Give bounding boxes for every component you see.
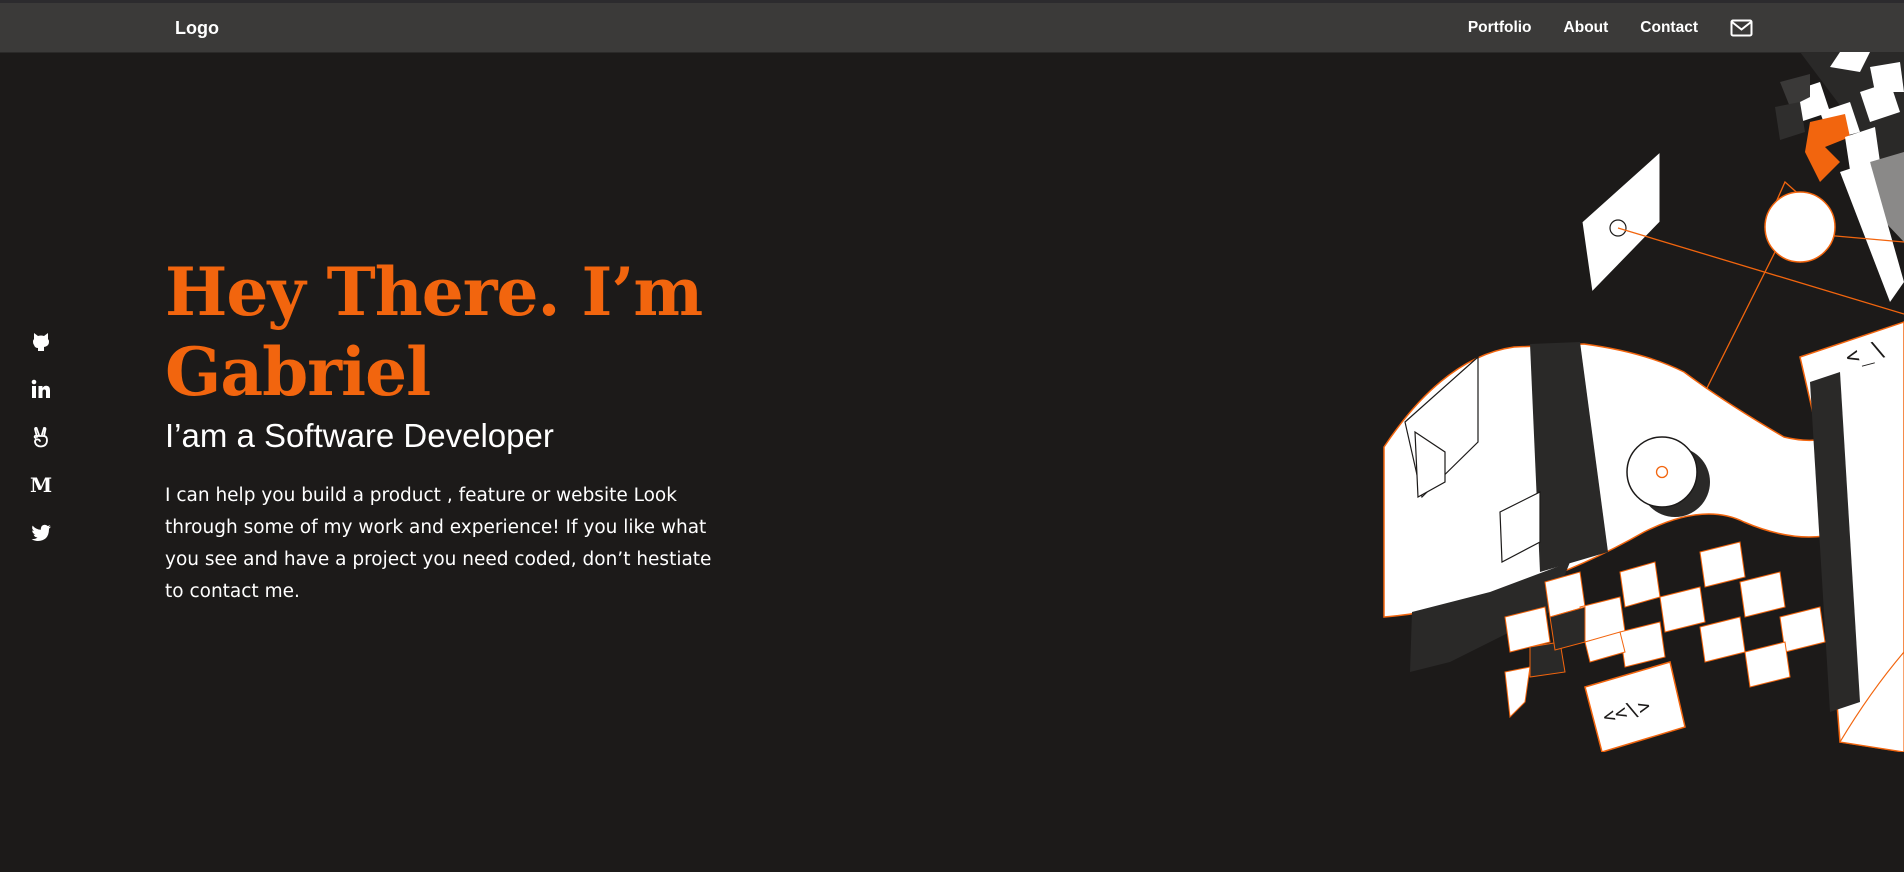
nav-links: Portfolio About Contact — [1468, 19, 1753, 37]
hero-title: Hey There. I’m Gabriel — [165, 252, 765, 412]
github-icon[interactable] — [30, 330, 52, 352]
hero-illustration: <_\ <<\> — [1370, 52, 1904, 753]
twitter-icon[interactable] — [30, 522, 52, 544]
nav-about-link[interactable]: About — [1564, 19, 1609, 37]
hero-subtitle: I’am a Software Developer — [165, 417, 554, 454]
page: Logo Portfolio About Contact M Hey There… — [0, 0, 1904, 872]
medium-glyph: M — [30, 473, 53, 497]
social-links: M — [30, 330, 52, 544]
navbar: Logo Portfolio About Contact — [0, 3, 1904, 53]
linkedin-icon[interactable] — [30, 378, 52, 400]
code-card-bottom: <<\> — [1584, 661, 1686, 753]
cylinder-circle — [1626, 436, 1698, 508]
floating-card — [1581, 150, 1661, 294]
nav-portfolio-link[interactable]: Portfolio — [1468, 19, 1532, 37]
nav-contact-link[interactable]: Contact — [1640, 19, 1698, 37]
angellist-icon[interactable] — [30, 426, 52, 448]
mail-icon[interactable] — [1730, 19, 1753, 37]
hero-section: Hey There. I’m Gabriel I’am a Software D… — [165, 252, 765, 608]
orbit-circle — [1764, 191, 1836, 263]
hero-title-line2: Gabriel — [165, 333, 431, 411]
logo-link[interactable]: Logo — [175, 18, 219, 39]
hero-description: I can help you build a product , feature… — [165, 485, 712, 602]
medium-icon[interactable]: M — [30, 474, 52, 496]
checkered-ribbon-top — [1775, 52, 1904, 302]
hero-title-line1: Hey There. I’m — [165, 253, 703, 331]
